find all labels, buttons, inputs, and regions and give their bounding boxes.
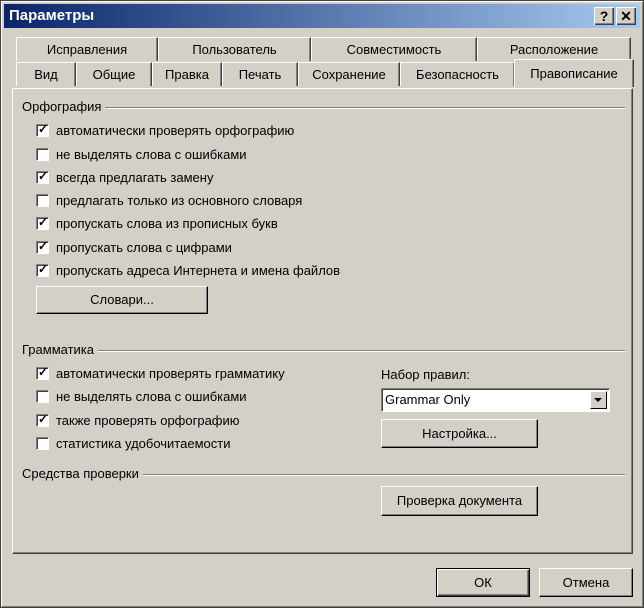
proofing-group-label: Средства проверки (22, 466, 143, 481)
checkbox-box[interactable]: ✓ (36, 412, 49, 427)
tab-obshchie[interactable]: Общие (76, 62, 152, 86)
checkbox-box[interactable] (36, 437, 49, 450)
checkbox-ignore-uppercase[interactable]: ✓ пропускать слова из прописных букв (36, 215, 278, 231)
check-document-button[interactable]: Проверка документа (381, 486, 538, 516)
title-bar: Параметры ? ✕ (4, 4, 640, 28)
check-icon: ✓ (38, 412, 49, 426)
checkbox-label: статистика удобочитаемости (56, 436, 231, 451)
checkbox-label: пропускать слова с цифрами (56, 240, 232, 255)
cancel-button[interactable]: Отмена (539, 568, 633, 597)
spelling-group-label: Орфография (22, 99, 106, 114)
tab-vid[interactable]: Вид (16, 62, 76, 86)
grammar-group-line (23, 350, 625, 352)
tab-pravopisanie[interactable]: Правописание (514, 59, 634, 87)
checkbox-box[interactable]: ✓ (36, 262, 49, 277)
checkbox-box[interactable] (36, 148, 49, 161)
tab-ispravleniya[interactable]: Исправления (16, 37, 158, 61)
tab-sovmestimost[interactable]: Совместимость (311, 37, 477, 61)
checkbox-main-dict-only[interactable]: предлагать только из основного словаря (36, 193, 302, 208)
checkbox-box[interactable]: ✓ (36, 169, 49, 184)
checkbox-box[interactable]: ✓ (36, 215, 49, 230)
checkbox-ignore-urls[interactable]: ✓ пропускать адреса Интернета и имена фа… (36, 262, 341, 278)
checkbox-box[interactable] (36, 194, 49, 207)
check-icon: ✓ (38, 262, 49, 276)
settings-button[interactable]: Настройка... (381, 419, 538, 448)
check-icon: ✓ (38, 239, 49, 253)
dropdown-button[interactable] (590, 391, 607, 409)
check-icon: ✓ (38, 169, 49, 183)
checkbox-ignore-numbers[interactable]: ✓ пропускать слова с цифрами (36, 239, 232, 255)
dictionaries-button[interactable]: Словари... (36, 286, 208, 314)
checkbox-readability-stats[interactable]: статистика удобочитаемости (36, 436, 230, 451)
tab-bezopasnost[interactable]: Безопасность (400, 62, 515, 86)
window-title: Параметры (9, 7, 95, 24)
spelling-group-line (23, 107, 625, 109)
checkbox-box[interactable]: ✓ (36, 122, 49, 137)
checkbox-label: всегда предлагать замену (56, 170, 214, 185)
checkbox-label: также проверять орфографию (56, 413, 240, 428)
ruleset-label: Набор правил: (381, 367, 471, 382)
help-button[interactable]: ? (594, 7, 614, 25)
checkbox-box[interactable] (36, 390, 49, 403)
checkbox-label: пропускать адреса Интернета и имена файл… (56, 263, 341, 278)
ruleset-select[interactable]: Grammar Only (381, 388, 610, 412)
tab-sokhranenie[interactable]: Сохранение (298, 62, 400, 86)
check-icon: ✓ (38, 122, 49, 136)
checkbox-also-check-spelling[interactable]: ✓ также проверять орфографию (36, 412, 240, 428)
checkbox-label: не выделять слова с ошибками (56, 147, 247, 162)
checkbox-label: предлагать только из основного словаря (56, 193, 303, 208)
checkbox-label: автоматически проверять грамматику (56, 366, 285, 381)
checkbox-always-suggest[interactable]: ✓ всегда предлагать замену (36, 169, 214, 185)
ruleset-value: Grammar Only (385, 392, 471, 407)
checkbox-hide-grammar-errors[interactable]: не выделять слова с ошибками (36, 389, 247, 404)
checkbox-label: не выделять слова с ошибками (56, 389, 247, 404)
checkbox-label: автоматически проверять орфографию (56, 123, 295, 138)
close-button[interactable]: ✕ (616, 7, 636, 25)
checkbox-label: пропускать слова из прописных букв (56, 216, 278, 231)
grammar-group-label: Грамматика (22, 342, 99, 357)
checkbox-auto-spell[interactable]: ✓ автоматически проверять орфографию (36, 122, 295, 138)
check-icon: ✓ (38, 365, 49, 379)
checkbox-hide-spell-errors[interactable]: не выделять слова с ошибками (36, 147, 247, 162)
close-icon: ✕ (620, 8, 632, 24)
options-dialog: Параметры ? ✕ Исправления Пользователь С… (0, 0, 644, 608)
checkbox-box[interactable]: ✓ (36, 365, 49, 380)
tab-pechat[interactable]: Печать (222, 62, 298, 86)
tab-raspolozhenie[interactable]: Расположение (477, 37, 631, 61)
checkbox-box[interactable]: ✓ (36, 239, 49, 254)
check-icon: ✓ (38, 215, 49, 229)
ok-button[interactable]: ОК (436, 568, 530, 597)
tab-pravka[interactable]: Правка (152, 62, 222, 86)
tab-polzovatel[interactable]: Пользователь (158, 37, 311, 61)
chevron-down-icon (594, 398, 602, 402)
checkbox-auto-grammar[interactable]: ✓ автоматически проверять грамматику (36, 365, 285, 381)
